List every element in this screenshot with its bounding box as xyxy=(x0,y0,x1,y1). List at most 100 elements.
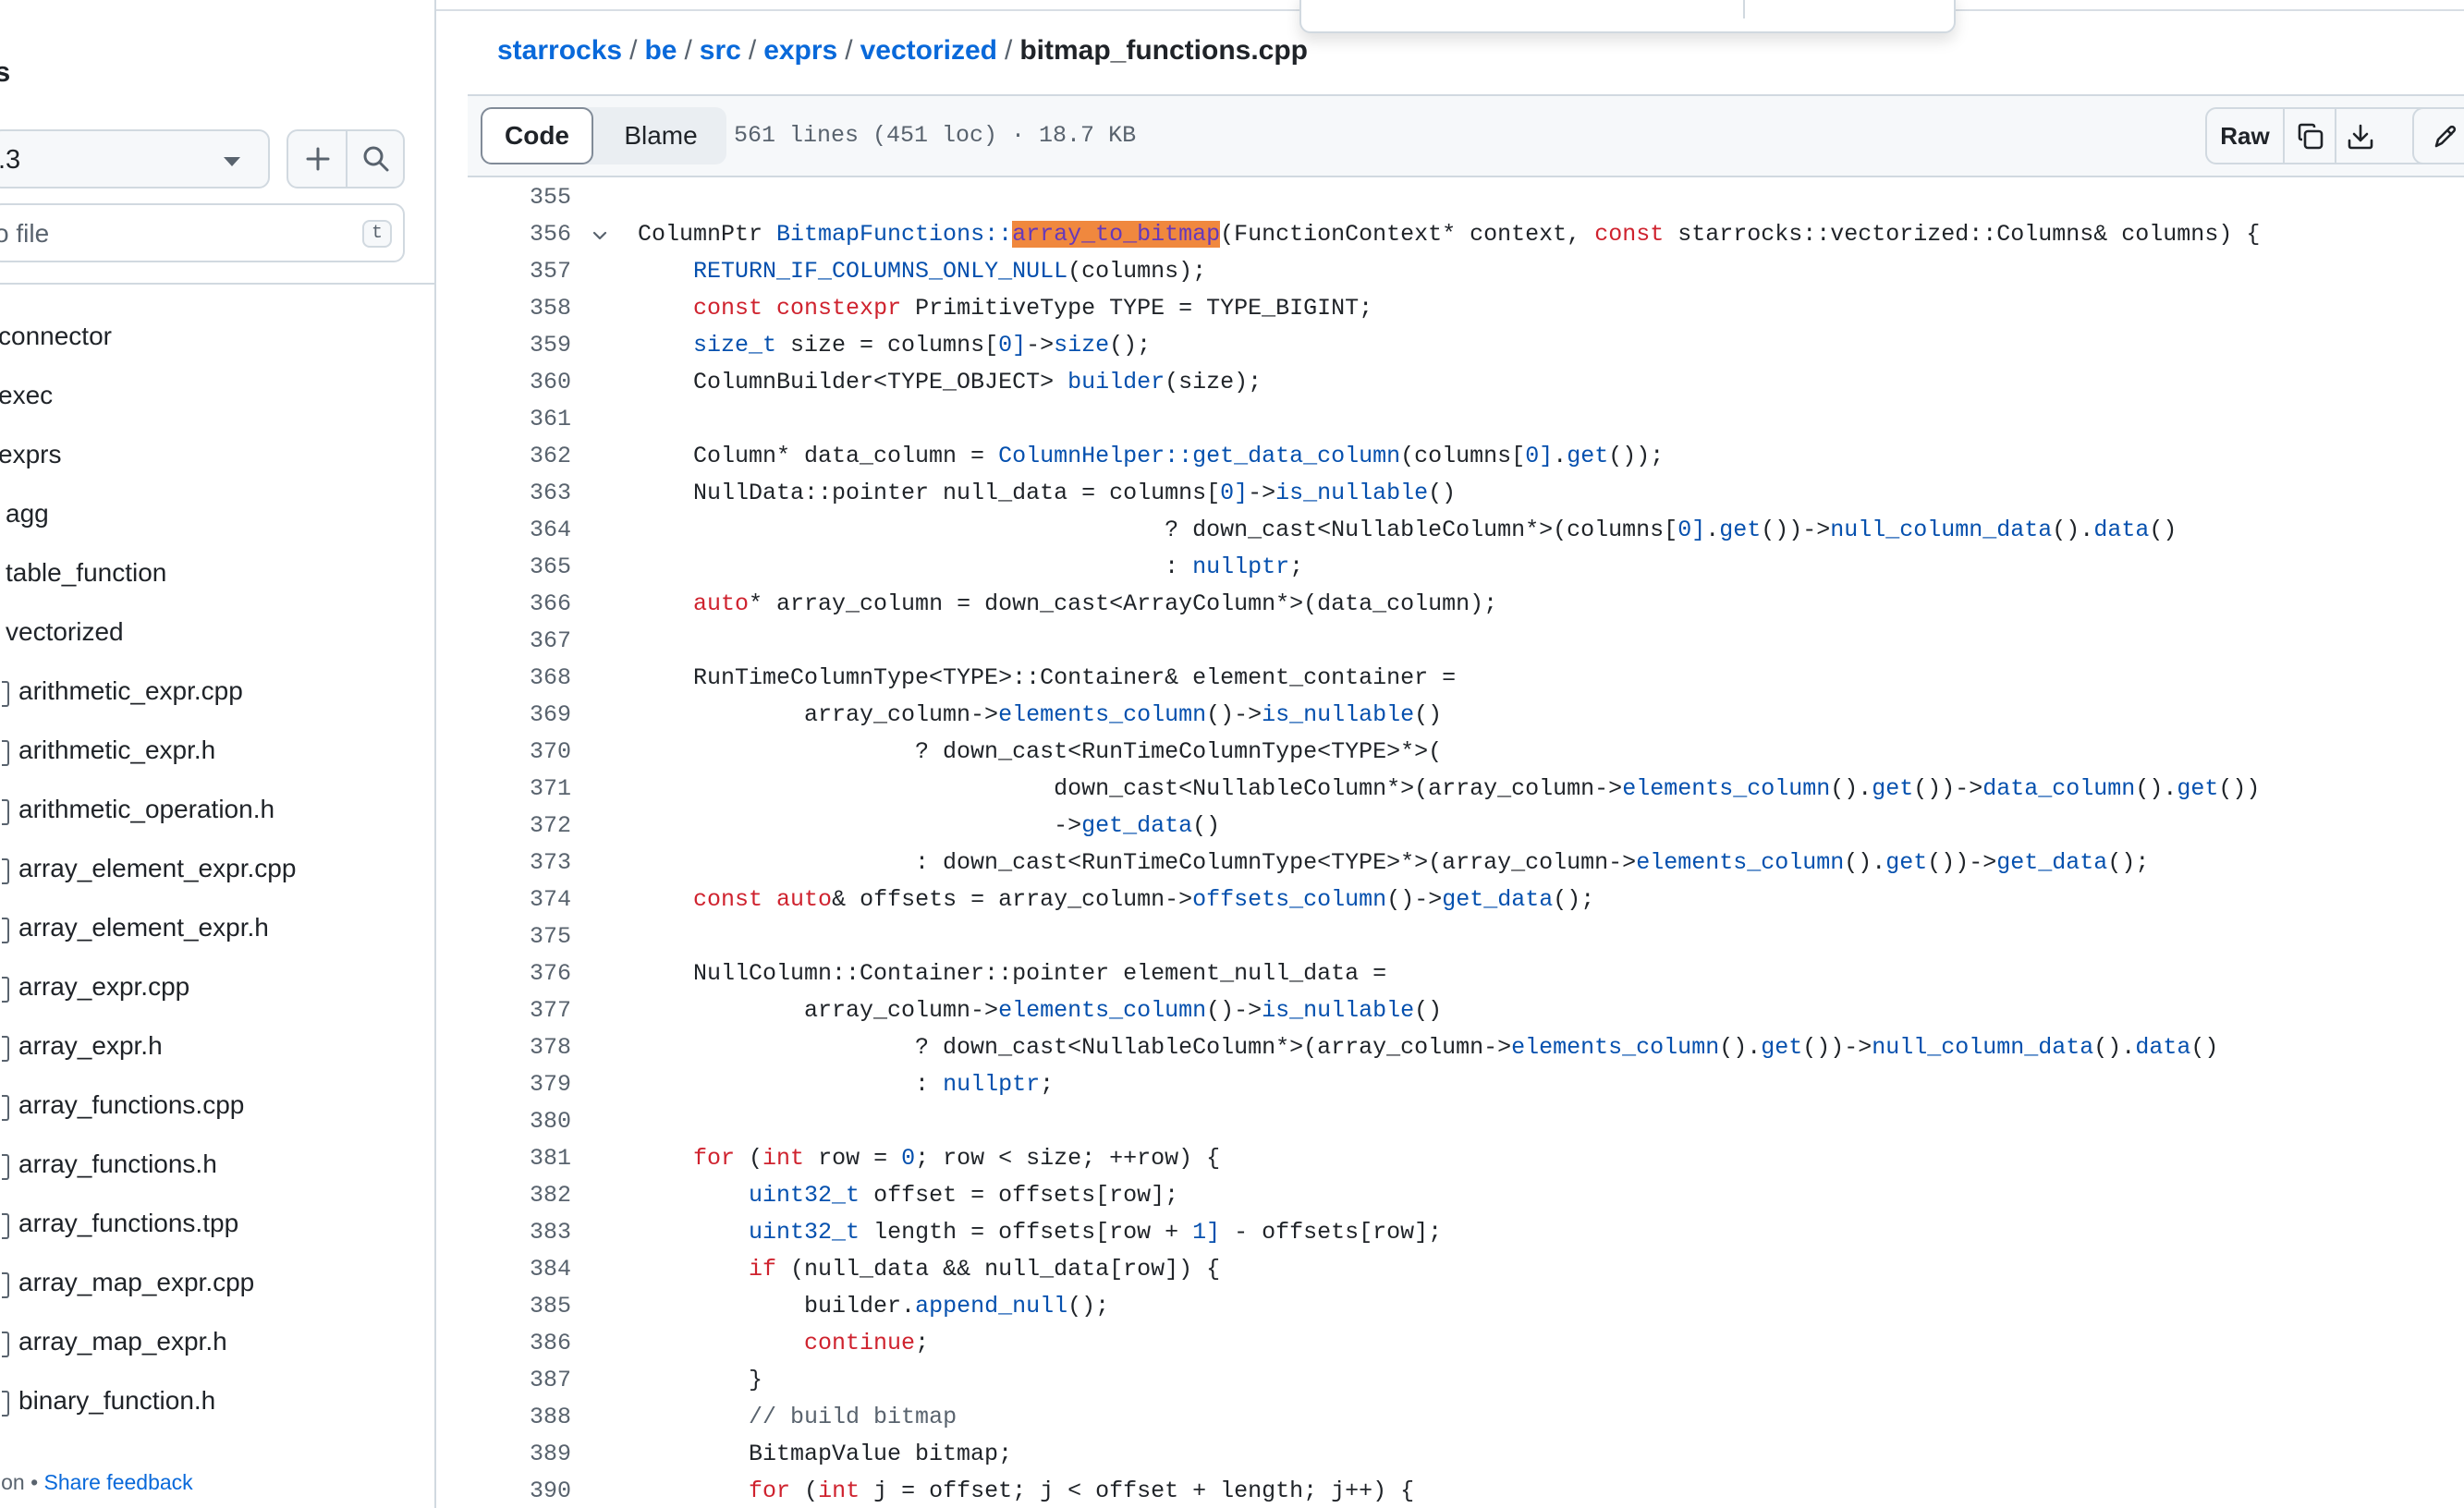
tree-file[interactable]: binary_function.h xyxy=(2,1375,215,1427)
breadcrumb-src[interactable]: src xyxy=(700,35,741,66)
line-number[interactable]: 376 xyxy=(468,955,571,992)
tree-folder[interactable]: exprs xyxy=(0,429,61,480)
tree-file[interactable]: array_functions.h xyxy=(2,1138,217,1190)
go-to-file-input[interactable]: o file t xyxy=(0,203,405,262)
code-text: const auto& offsets = array_column->offs… xyxy=(693,886,1595,913)
breadcrumb-repo[interactable]: starrocks xyxy=(497,35,622,66)
breadcrumb-be[interactable]: be xyxy=(644,35,677,66)
line-number[interactable]: 366 xyxy=(468,586,571,623)
tree-folder[interactable]: table_function xyxy=(6,547,166,599)
line-number[interactable]: 385 xyxy=(468,1288,571,1325)
line-number[interactable]: 387 xyxy=(468,1362,571,1399)
tree-item-label: exec xyxy=(0,381,54,409)
breadcrumb-vectorized[interactable]: vectorized xyxy=(860,35,997,66)
line-number[interactable]: 368 xyxy=(468,660,571,697)
tree-file[interactable]: array_expr.h xyxy=(2,1020,163,1072)
line-number[interactable]: 390 xyxy=(468,1473,571,1508)
line-number[interactable]: 379 xyxy=(468,1066,571,1103)
tab-blame[interactable]: Blame xyxy=(595,107,726,164)
code-text: continue; xyxy=(804,1330,930,1356)
line-number[interactable]: 382 xyxy=(468,1177,571,1214)
tree-file[interactable]: arithmetic_expr.cpp xyxy=(2,665,243,717)
code-text: NullColumn::Container::pointer element_n… xyxy=(638,960,1387,987)
tab-code[interactable]: Code xyxy=(481,107,593,164)
code-viewer[interactable]: 355 356 ColumnPtr BitmapFunctions::array_t… xyxy=(468,179,2464,1508)
line-number[interactable]: 367 xyxy=(468,623,571,660)
tree-item-label: array_functions.tpp xyxy=(18,1209,239,1237)
tree-folder[interactable]: exec xyxy=(0,370,53,421)
line-number[interactable]: 357 xyxy=(468,253,571,290)
branch-selector[interactable]: .3 xyxy=(0,129,270,188)
line-number[interactable]: 369 xyxy=(468,697,571,734)
code-line: 384 if (null_data && null_data[row]) { xyxy=(468,1251,2464,1288)
code-text: for (int row = 0; row < size; ++row) { xyxy=(693,1145,1221,1172)
line-number[interactable]: 364 xyxy=(468,512,571,549)
tree-folder[interactable]: connector xyxy=(0,310,112,362)
line-number[interactable]: 375 xyxy=(468,918,571,955)
share-feedback-link[interactable]: Share feedback xyxy=(44,1470,193,1494)
fold-chevron-icon[interactable] xyxy=(592,227,608,249)
code-line: 356 ColumnPtr BitmapFunctions::array_to_b… xyxy=(468,216,2464,253)
tree-file[interactable]: arithmetic_expr.h xyxy=(2,724,216,776)
code-text: const constexpr PrimitiveType TYPE = TYP… xyxy=(693,295,1373,322)
go-to-file-placeholder: o file xyxy=(0,219,50,248)
code-text: Column* data_column = ColumnHelper::get_… xyxy=(638,443,1665,469)
tree-file[interactable]: array_map_expr.cpp xyxy=(2,1257,254,1308)
line-number[interactable]: 389 xyxy=(468,1436,571,1473)
file-icon xyxy=(2,918,9,943)
line-number[interactable]: 358 xyxy=(468,290,571,327)
tree-file[interactable]: array_element_expr.cpp xyxy=(2,843,296,894)
tree-item-label: table_function xyxy=(6,558,167,587)
search-icon xyxy=(363,146,389,172)
download-button[interactable] xyxy=(2346,122,2375,156)
line-number[interactable]: 374 xyxy=(468,882,571,918)
edit-file-button[interactable] xyxy=(2431,122,2460,156)
line-number[interactable]: 355 xyxy=(468,179,571,216)
tree-folder[interactable]: agg xyxy=(6,488,49,540)
code-line: 389 BitmapValue bitmap; xyxy=(468,1436,2464,1473)
line-number[interactable]: 359 xyxy=(468,327,571,364)
line-number[interactable]: 378 xyxy=(468,1029,571,1066)
copy-raw-button[interactable] xyxy=(2296,122,2325,156)
search-button[interactable] xyxy=(362,145,390,177)
add-file-button[interactable] xyxy=(305,146,331,176)
line-number[interactable]: 380 xyxy=(468,1103,571,1140)
file-icon xyxy=(2,977,9,1003)
tree-file[interactable]: array_map_expr.h xyxy=(2,1316,227,1368)
tree-file[interactable]: array_element_expr.h xyxy=(2,902,269,954)
tree-item-label: array_expr.h xyxy=(18,1031,163,1060)
code-line: 364 ? down_cast<NullableColumn*>(columns… xyxy=(468,512,2464,549)
tree-file[interactable]: arithmetic_operation.h xyxy=(2,784,274,835)
file-tree-sidebar: s .3 o file t connector exec exprs agg table… xyxy=(0,0,434,1508)
line-number[interactable]: 384 xyxy=(468,1251,571,1288)
line-number[interactable]: 388 xyxy=(468,1399,571,1436)
line-number[interactable]: 363 xyxy=(468,475,571,512)
line-number[interactable]: 365 xyxy=(468,549,571,586)
tree-item-label: array_map_expr.h xyxy=(18,1327,227,1356)
line-number[interactable]: 377 xyxy=(468,992,571,1029)
footer-separator: • xyxy=(30,1470,39,1494)
breadcrumb-exprs[interactable]: exprs xyxy=(763,35,837,66)
code-text: : down_cast<RunTimeColumnType<TYPE>*>(ar… xyxy=(638,849,2150,876)
line-number[interactable]: 370 xyxy=(468,734,571,771)
line-number[interactable]: 386 xyxy=(468,1325,571,1362)
line-number[interactable]: 362 xyxy=(468,438,571,475)
line-number[interactable]: 360 xyxy=(468,364,571,401)
raw-button[interactable]: Raw xyxy=(2207,109,2283,163)
line-number[interactable]: 371 xyxy=(468,771,571,808)
line-number[interactable]: 381 xyxy=(468,1140,571,1177)
code-text: array_column->elements_column()->is_null… xyxy=(638,997,1443,1024)
line-number[interactable]: 373 xyxy=(468,845,571,882)
tree-file[interactable]: array_expr.cpp xyxy=(2,961,189,1013)
tree-item-label: arithmetic_expr.h xyxy=(18,736,216,764)
line-number[interactable]: 361 xyxy=(468,401,571,438)
tree-file[interactable]: array_functions.cpp xyxy=(2,1079,244,1131)
line-number[interactable]: 356 xyxy=(468,216,571,253)
sidebar-title: s xyxy=(0,55,11,88)
view-toggle: Code Blame xyxy=(481,107,726,164)
tree-folder[interactable]: vectorized xyxy=(6,606,124,658)
line-number[interactable]: 372 xyxy=(468,808,571,845)
tree-file[interactable]: array_functions.tpp xyxy=(2,1198,239,1249)
plus-icon xyxy=(306,147,330,171)
line-number[interactable]: 383 xyxy=(468,1214,571,1251)
